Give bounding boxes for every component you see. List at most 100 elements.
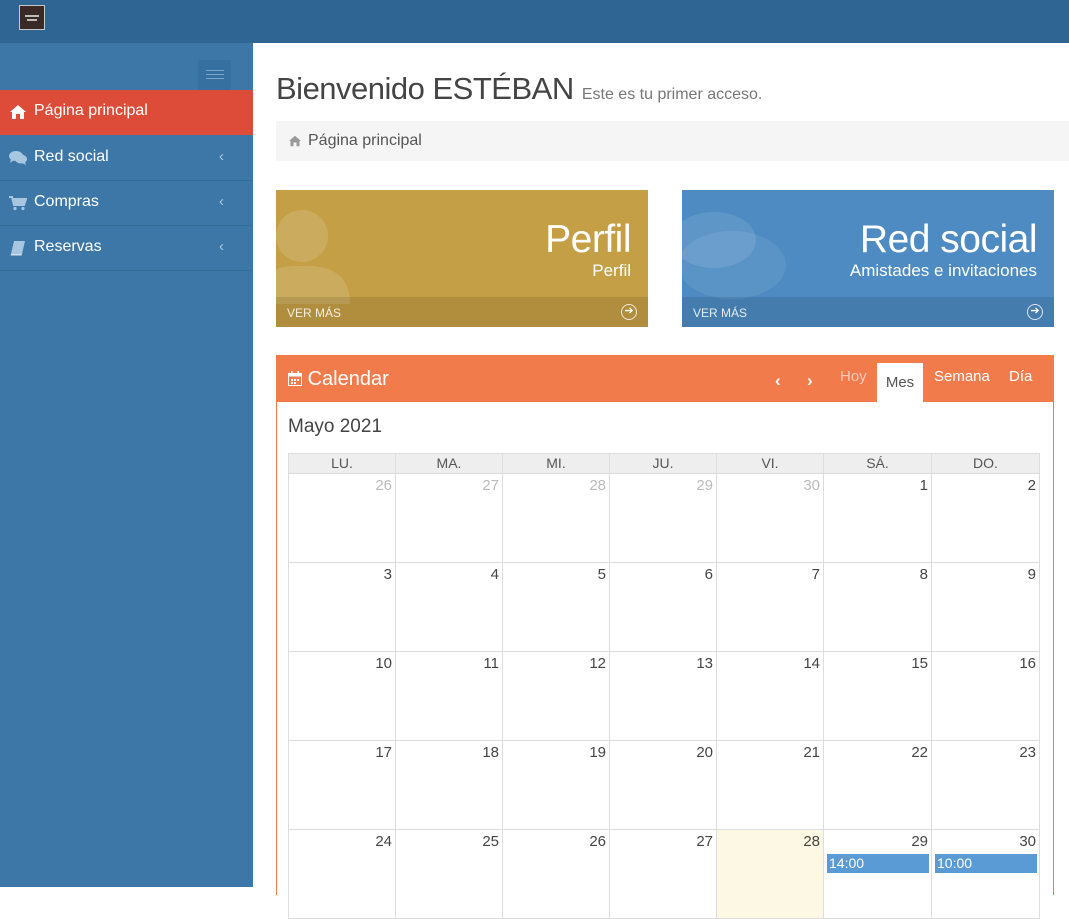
day-view-button[interactable]: Día bbox=[1009, 368, 1032, 385]
calendar-day-cell[interactable]: 26 bbox=[503, 830, 610, 919]
sidebar-item-label: Reservas bbox=[34, 238, 102, 255]
month-label: Mayo 2021 bbox=[288, 416, 383, 437]
day-number: 2 bbox=[1027, 477, 1036, 494]
tile-title: Perfil bbox=[545, 218, 631, 261]
day-number: 1 bbox=[919, 477, 928, 494]
arrow-circle-right-icon: ➔ bbox=[1027, 304, 1043, 320]
calendar-title: Calendar bbox=[288, 368, 389, 391]
day-number: 23 bbox=[1019, 744, 1036, 761]
calendar-event[interactable]: 14:00 bbox=[827, 854, 929, 873]
calendar-day-cell[interactable]: 7 bbox=[717, 563, 824, 652]
day-number: 12 bbox=[589, 655, 606, 672]
sidebar-item-label: Página principal bbox=[34, 102, 148, 119]
day-number: 27 bbox=[482, 477, 499, 494]
day-header: JU. bbox=[610, 453, 717, 474]
calendar-day-cell[interactable]: 6 bbox=[610, 563, 717, 652]
prev-month-button[interactable]: ‹ bbox=[775, 371, 781, 391]
calendar-day-cell[interactable]: 30 bbox=[717, 474, 824, 563]
calendar-header: Calendar ‹ › Hoy Mes Semana Día bbox=[277, 356, 1053, 402]
today-button[interactable]: Hoy bbox=[840, 368, 867, 385]
calendar-day-cell[interactable]: 1 bbox=[824, 474, 932, 563]
next-month-button[interactable]: › bbox=[807, 371, 813, 391]
red-social-tile[interactable]: Red social Amistades e invitaciones VER … bbox=[682, 190, 1054, 327]
page-title-text: Bienvenido ESTÉBAN bbox=[276, 71, 574, 106]
calendar-day-cell[interactable]: 8 bbox=[824, 563, 932, 652]
day-number: 26 bbox=[589, 833, 606, 850]
tile-footer[interactable]: VER MÁS ➔ bbox=[682, 297, 1054, 327]
calendar-day-cell[interactable]: 30 10:00 bbox=[932, 830, 1040, 919]
perfil-tile[interactable]: Perfil Perfil VER MÁS ➔ bbox=[276, 190, 648, 327]
calendar-day-cell[interactable]: 16 bbox=[932, 652, 1040, 741]
day-number: 9 bbox=[1027, 566, 1036, 583]
calendar-day-cell[interactable]: 9 bbox=[932, 563, 1040, 652]
calendar-day-cell[interactable]: 5 bbox=[503, 563, 610, 652]
sidebar-item-compras[interactable]: Compras ‹ bbox=[0, 181, 253, 226]
home-icon bbox=[10, 105, 26, 119]
ver-mas-link[interactable]: VER MÁS bbox=[693, 306, 747, 320]
calendar-day-cell[interactable]: 23 bbox=[932, 741, 1040, 830]
user-icon bbox=[276, 210, 350, 304]
day-number: 14 bbox=[803, 655, 820, 672]
calendar-day-cell[interactable]: 28 bbox=[717, 830, 824, 919]
calendar-event[interactable]: 10:00 bbox=[935, 854, 1037, 873]
calendar-day-cell[interactable]: 28 bbox=[503, 474, 610, 563]
calendar-day-cell[interactable]: 17 bbox=[288, 741, 396, 830]
arrow-circle-right-icon: ➔ bbox=[621, 304, 637, 320]
day-number: 8 bbox=[919, 566, 928, 583]
breadcrumb-item[interactable]: Página principal bbox=[308, 132, 422, 150]
day-number: 24 bbox=[375, 833, 392, 850]
day-header: MA. bbox=[396, 453, 503, 474]
calendar-day-cell[interactable]: 27 bbox=[610, 830, 717, 919]
calendar-day-cell[interactable]: 12 bbox=[503, 652, 610, 741]
sidebar-item-label: Red social bbox=[34, 148, 109, 165]
calendar-day-cell[interactable]: 22 bbox=[824, 741, 932, 830]
calendar-day-cell[interactable]: 4 bbox=[396, 563, 503, 652]
calendar-day-cell[interactable]: 3 bbox=[288, 563, 396, 652]
day-number: 15 bbox=[911, 655, 928, 672]
calendar-day-cell[interactable]: 21 bbox=[717, 741, 824, 830]
month-view-button[interactable]: Mes bbox=[877, 363, 923, 402]
chevron-left-icon: ‹ bbox=[219, 193, 224, 210]
day-number: 18 bbox=[482, 744, 499, 761]
day-number: 21 bbox=[803, 744, 820, 761]
day-number: 11 bbox=[483, 655, 499, 672]
calendar-day-cell[interactable]: 20 bbox=[610, 741, 717, 830]
day-number: 17 bbox=[375, 744, 392, 761]
comments-icon bbox=[682, 212, 786, 299]
tile-subtitle: Perfil bbox=[592, 261, 631, 280]
calendar-day-cell[interactable]: 29 bbox=[610, 474, 717, 563]
sidebar-item-label: Compras bbox=[34, 193, 99, 210]
day-number: 20 bbox=[696, 744, 713, 761]
tile-footer[interactable]: VER MÁS ➔ bbox=[276, 297, 648, 327]
calendar-day-cell[interactable]: 25 bbox=[396, 830, 503, 919]
sidebar-item-reservas[interactable]: Reservas ‹ bbox=[0, 226, 253, 271]
calendar-day-cell[interactable]: 14 bbox=[717, 652, 824, 741]
day-number: 4 bbox=[490, 566, 499, 583]
calendar-day-cell[interactable]: 18 bbox=[396, 741, 503, 830]
calendar-day-cell[interactable]: 26 bbox=[288, 474, 396, 563]
week-view-button[interactable]: Semana bbox=[934, 368, 990, 385]
calendar-day-cell[interactable]: 10 bbox=[288, 652, 396, 741]
calendar-day-cell[interactable]: 15 bbox=[824, 652, 932, 741]
page-title: Bienvenido ESTÉBAN Este es tu primer acc… bbox=[276, 71, 762, 107]
calendar-icon bbox=[288, 371, 302, 386]
calendar-day-cell[interactable]: 13 bbox=[610, 652, 717, 741]
sidebar-toggle-button[interactable] bbox=[198, 60, 231, 90]
day-number: 10 bbox=[375, 655, 392, 672]
calendar-day-cell[interactable]: 2 bbox=[932, 474, 1040, 563]
ver-mas-link[interactable]: VER MÁS bbox=[287, 306, 341, 320]
app-logo[interactable] bbox=[19, 5, 45, 30]
calendar-day-cell[interactable]: 19 bbox=[503, 741, 610, 830]
book-icon bbox=[10, 241, 25, 256]
tile-subtitle: Amistades e invitaciones bbox=[849, 261, 1037, 280]
tile-title: Red social bbox=[859, 218, 1038, 261]
day-number: 30 bbox=[1019, 833, 1036, 850]
calendar-day-cell[interactable]: 11 bbox=[396, 652, 503, 741]
calendar-day-cell[interactable]: 29 14:00 bbox=[824, 830, 932, 919]
calendar-day-cell[interactable]: 24 bbox=[288, 830, 396, 919]
calendar-day-cell[interactable]: 27 bbox=[396, 474, 503, 563]
day-header: LU. bbox=[288, 453, 396, 474]
breadcrumb: Página principal bbox=[276, 121, 1069, 161]
sidebar-item-pagina-principal[interactable]: Página principal bbox=[0, 90, 253, 135]
sidebar-item-red-social[interactable]: Red social ‹ bbox=[0, 136, 253, 181]
